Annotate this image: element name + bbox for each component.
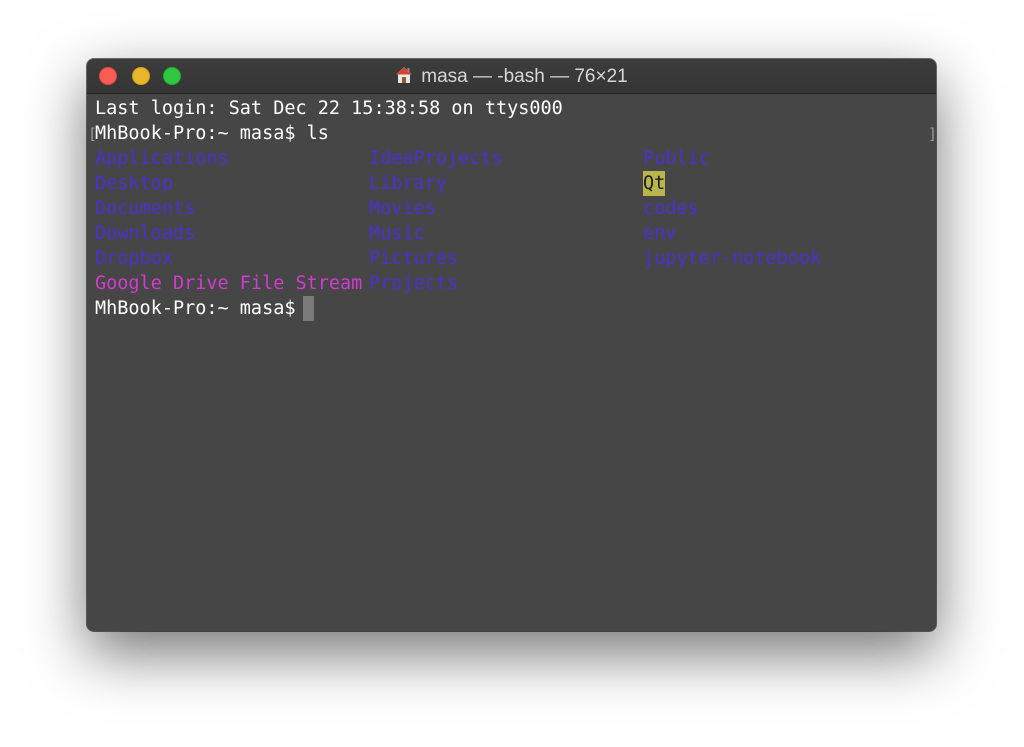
ls-entry-projects: Projects (369, 273, 459, 294)
ls-entry-library: Library (369, 173, 447, 194)
ls-entry-env: env (643, 223, 677, 244)
window-title: masa — -bash — 76×21 (87, 59, 936, 93)
ls-entry-desktop: Desktop (95, 173, 173, 194)
ls-entry-movies: Movies (369, 198, 436, 219)
terminal-window[interactable]: masa — -bash — 76×21 Last login: Sat Dec… (87, 59, 936, 631)
text-cursor[interactable] (303, 296, 314, 321)
current-prompt: MhBook-Pro:~ masa$ (95, 298, 307, 319)
ls-entry-public: Public (643, 148, 710, 169)
ls-entry-dropbox: Dropbox (95, 248, 173, 269)
ls-entry-google-drive-file-stream: Google Drive File Stream (95, 273, 363, 294)
ls-entry-pictures: Pictures (369, 248, 459, 269)
prompt-ls-line: MhBook-Pro:~ masa$ ls (95, 123, 329, 144)
left-bracket-marker: [ (88, 125, 98, 143)
ls-entry-ideaprojects: IdeaProjects (369, 148, 503, 169)
right-bracket-marker: ] (928, 122, 936, 147)
last-login-line: Last login: Sat Dec 22 15:38:58 on ttys0… (95, 98, 563, 119)
home-icon (395, 61, 413, 83)
terminal-content[interactable]: Last login: Sat Dec 22 15:38:58 on ttys0… (87, 94, 936, 631)
ls-entry-jupyter-notebook: jupyter-notebook (643, 248, 822, 269)
ls-entry-applications: Applications (95, 148, 229, 169)
ls-entry-qt: Qt (643, 171, 666, 196)
ls-entry-downloads: Downloads (95, 223, 196, 244)
ls-entry-documents: Documents (95, 198, 196, 219)
ls-entry-codes: codes (643, 198, 699, 219)
ls-entry-music: Music (369, 223, 425, 244)
title-bar[interactable]: masa — -bash — 76×21 (87, 59, 936, 94)
